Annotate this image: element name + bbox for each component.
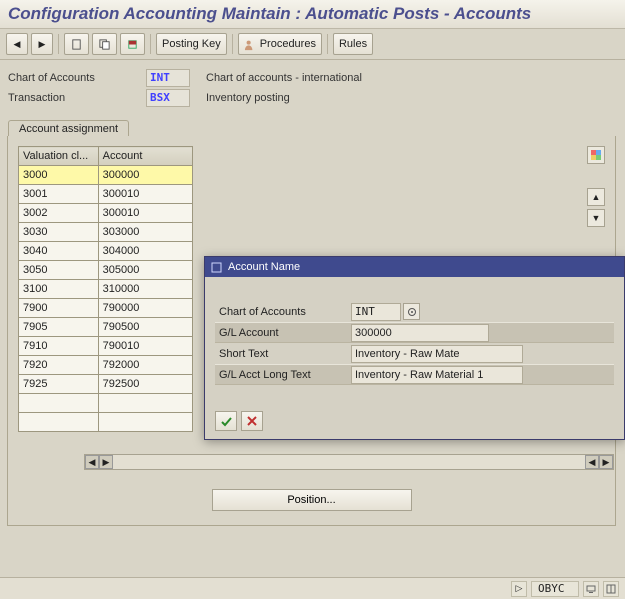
scroll-right-button[interactable]: ▶ [599, 455, 613, 469]
scroll-left-fast-button[interactable]: ▶ [99, 455, 113, 469]
pc-icon [586, 584, 596, 594]
cross-icon [246, 415, 258, 427]
procedures-button[interactable]: Procedures [238, 33, 322, 55]
table-row[interactable]: 3100310000 [19, 280, 193, 299]
divider [58, 34, 59, 54]
table-row[interactable]: 7925792500 [19, 375, 193, 394]
toolbar: ◀ ▶ Posting Key Procedures Rules [0, 29, 625, 60]
dlg-long-field[interactable]: Inventory - Raw Material 1 [351, 366, 523, 384]
dlg-long-label: G/L Acct Long Text [215, 369, 351, 381]
procedures-label: Procedures [260, 38, 316, 50]
table-row[interactable]: 3000300000 [19, 166, 193, 185]
right-tools: ▲ ▼ [587, 146, 607, 227]
table-row[interactable]: 3050305000 [19, 261, 193, 280]
table-row[interactable] [19, 413, 193, 432]
layout-icon [606, 584, 616, 594]
status-nav-button[interactable] [583, 581, 599, 597]
table-row[interactable]: 7905790500 [19, 318, 193, 337]
statusbar: ▷ OBYC [0, 577, 625, 599]
dlg-short-label: Short Text [215, 348, 351, 360]
header-block: Chart of Accounts INT Chart of accounts … [0, 60, 625, 108]
chart-of-accounts-label: Chart of Accounts [8, 72, 138, 84]
delete-button[interactable] [120, 33, 145, 55]
table-row[interactable]: 3001300010 [19, 185, 193, 204]
dialog-titlebar[interactable]: Account Name [205, 257, 624, 277]
table-row[interactable]: 3030303000 [19, 223, 193, 242]
scroll-top-button[interactable]: ▲ [587, 188, 605, 206]
copy-icon [98, 38, 111, 51]
scroll-left-button[interactable]: ◀ [85, 455, 99, 469]
status-layout-button[interactable] [603, 581, 619, 597]
position-button[interactable]: Position... [212, 489, 412, 511]
table-row[interactable]: 7910790010 [19, 337, 193, 356]
posting-key-button[interactable]: Posting Key [156, 33, 227, 55]
delete-icon [126, 38, 139, 51]
prev-button[interactable]: ◀ [6, 33, 28, 55]
chart-of-accounts-code: INT [146, 69, 190, 87]
ok-button[interactable] [215, 411, 237, 431]
new-entries-button[interactable] [64, 33, 89, 55]
chart-of-accounts-desc: Chart of accounts - international [198, 72, 362, 84]
transaction-label: Transaction [8, 92, 138, 104]
status-tcode: OBYC [531, 581, 579, 597]
divider [232, 34, 233, 54]
dlg-chart-label: Chart of Accounts [215, 306, 351, 318]
next-button[interactable]: ▶ [31, 33, 53, 55]
person-icon [244, 38, 257, 51]
table-row[interactable]: 7920792000 [19, 356, 193, 375]
dialog-title-text: Account Name [228, 261, 300, 273]
page-icon [70, 38, 83, 51]
col-account[interactable]: Account [98, 147, 192, 166]
page-title: Configuration Accounting Maintain : Auto… [0, 0, 625, 29]
check-icon [220, 415, 233, 428]
dlg-chart-field[interactable]: INT [351, 303, 401, 321]
scroll-bottom-button[interactable]: ▼ [587, 209, 605, 227]
status-menu-button[interactable]: ▷ [511, 581, 527, 597]
table-row[interactable]: 3040304000 [19, 242, 193, 261]
search-help-button[interactable] [403, 303, 420, 320]
dialog-body: Chart of Accounts INT G/L Account 300000… [205, 277, 624, 391]
layout-settings-button[interactable] [587, 146, 605, 164]
grid-area: Valuation cl... Account 3000300000 30013… [18, 146, 193, 446]
dlg-short-field[interactable]: Inventory - Raw Mate [351, 345, 523, 363]
copy-button[interactable] [92, 33, 117, 55]
scroll-track[interactable] [113, 455, 585, 469]
grid-color-icon [590, 149, 602, 161]
table-row[interactable]: 3002300010 [19, 204, 193, 223]
account-grid[interactable]: Valuation cl... Account 3000300000 30013… [18, 146, 193, 432]
rules-button[interactable]: Rules [333, 33, 373, 55]
cancel-button[interactable] [241, 411, 263, 431]
search-help-icon [407, 307, 417, 317]
table-row[interactable]: 7900790000 [19, 299, 193, 318]
table-row[interactable] [19, 394, 193, 413]
account-name-dialog: Account Name Chart of Accounts INT G/L A… [204, 256, 625, 440]
col-valuation-class[interactable]: Valuation cl... [19, 147, 99, 166]
dlg-gl-label: G/L Account [215, 327, 351, 339]
scroll-right-fast-button[interactable]: ◀ [585, 455, 599, 469]
window-icon [211, 262, 222, 273]
divider [150, 34, 151, 54]
transaction-code: BSX [146, 89, 190, 107]
dlg-gl-field[interactable]: 300000 [351, 324, 489, 342]
horizontal-scrollbar[interactable]: ◀ ▶ ◀ ▶ [84, 454, 614, 470]
divider [327, 34, 328, 54]
transaction-desc: Inventory posting [198, 92, 290, 104]
